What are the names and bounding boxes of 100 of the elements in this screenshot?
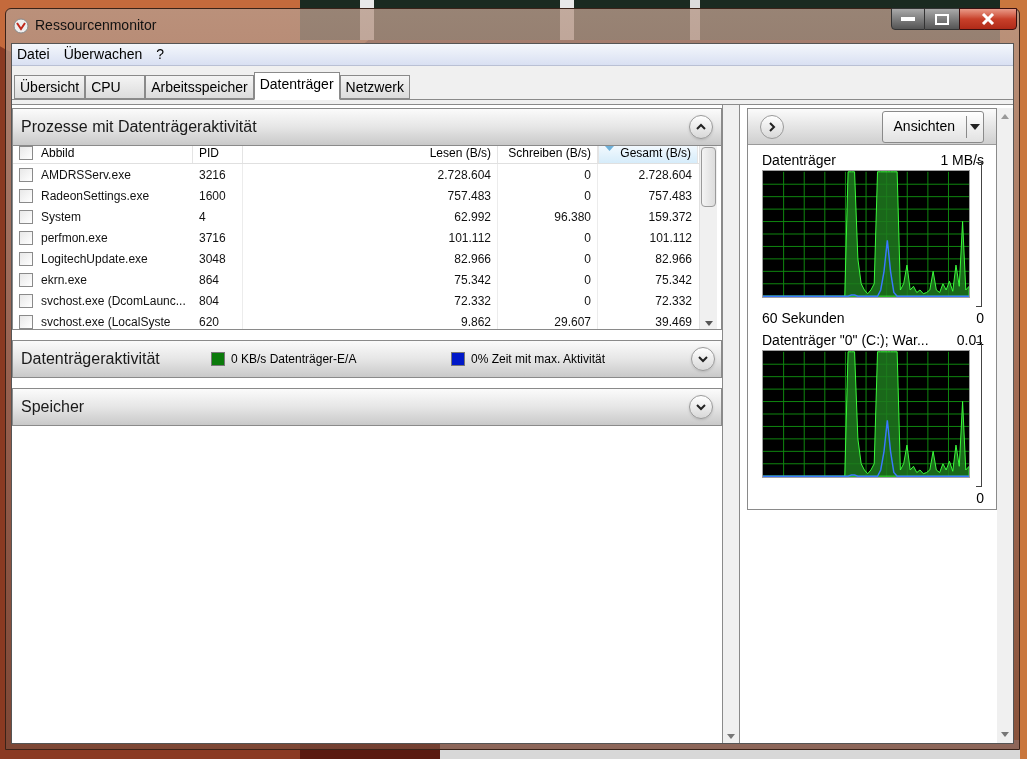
table-cell-text: 82.966 [454,250,491,268]
views-dropdown[interactable]: Ansichten [881,110,984,143]
table-cell-text: 159.372 [648,208,692,226]
checkbox[interactable] [19,314,33,329]
checkbox[interactable] [19,146,33,160]
tab[interactable]: Arbeitsspeicher [145,75,254,99]
table-cell-text: 2.728.604 [638,166,692,184]
table-cell-text: 4 [199,208,206,226]
checkbox[interactable] [19,251,33,266]
table-cell-text: 101.112 [649,229,692,247]
scrollbar[interactable] [997,108,1013,743]
expand-button[interactable] [760,114,784,139]
tab[interactable]: Netzwerk [339,75,410,99]
expand-button[interactable] [689,395,713,419]
column-label: Schreiben (B/s) [508,146,591,160]
table-cell-text: 0 [584,292,591,310]
column-label: PID [199,146,219,160]
table-cell-text: ekrn.exe [41,271,88,289]
tab[interactable]: Übersicht [14,75,86,99]
checkbox[interactable] [19,209,33,224]
menu-item[interactable]: Datei [17,44,50,65]
close-icon [981,13,995,25]
table-cell-text: 0 [584,187,591,205]
table-cell-text: perfmon.exe [41,229,108,247]
section-title: Prozesse mit Datenträgeraktivität [21,117,257,137]
collapse-button[interactable] [689,115,713,139]
caret-icon [970,123,980,130]
chevron-down-icon [695,401,707,413]
tab[interactable]: CPU [85,75,146,99]
table-cell-text: 804 [199,292,220,310]
tab[interactable]: Datenträger [253,72,340,100]
section-title: Speicher [21,397,86,417]
scroll-up-icon[interactable] [1001,114,1009,119]
window-title: Ressourcenmonitor [35,16,157,35]
section-header[interactable]: Datenträgeraktivität 0 KB/s Datenträger-E/A 0% Zeit mit max. Aktivität [12,340,722,378]
minimize-icon [901,17,915,21]
table-cell-text: 3716 [199,229,226,247]
table-cell-text: 757.483 [648,187,692,205]
graph-max-label: 0.01 [956,331,984,350]
maximize-button[interactable] [925,8,959,30]
table-cell-text: 75.342 [655,271,692,289]
graph-title: Datenträger [762,151,836,170]
table-cell-text: 96.380 [554,208,591,226]
table-cell-text: 101.112 [448,229,491,247]
table-cell-text: 0 [584,229,591,247]
checkbox[interactable] [19,167,33,182]
sort-arrow-icon [605,146,614,151]
table-cell-text: 3216 [199,166,226,184]
table-cell-text: AMDRSServ.exe [41,166,131,184]
legend-label: 0% Zeit mit max. Aktivität [471,351,606,368]
chevron-right-icon [766,120,778,133]
chevron-down-icon [697,353,709,365]
checkbox[interactable] [19,188,33,203]
column-header[interactable]: Gesamt (B/s) [598,146,698,163]
menu-item[interactable]: Überwachen [63,44,143,65]
expand-button[interactable] [691,347,715,371]
table-cell-text: 0 [584,271,591,289]
table-cell-text: 757.483 [447,187,491,205]
section-header[interactable]: Speicher [12,388,722,426]
table-cell-text: 9.862 [460,313,491,329]
menu-item[interactable]: ? [156,44,165,65]
table-cell-text: svchost.exe (DcomLaunc... [41,292,186,310]
section-title: Datenträgeraktivität [21,349,161,369]
table-cell-text: 29.607 [554,313,591,329]
table-cell-text: 82.966 [655,250,692,268]
table-cell-text: 3048 [199,250,226,268]
scroll-down-icon[interactable] [704,321,713,326]
table-cell-text: 0 [584,166,591,184]
graph-min-label: 0 [976,488,984,508]
table-cell-text: 0 [584,250,591,268]
legend-label: 0 KB/s Datenträger-E/A [231,351,357,368]
graph-title: Datenträger "0" (C:); War... [762,331,929,350]
maximize-icon [935,13,949,25]
table-cell-text: 72.332 [655,292,692,310]
graph-min-label: 0 [976,308,984,328]
table-cell-text: 39.469 [655,313,692,329]
close-button[interactable] [959,8,1017,30]
table-cell-text: 1600 [199,187,226,205]
table-cell-text: 620 [199,313,220,329]
column-label: Gesamt (B/s) [620,146,691,160]
checkbox[interactable] [19,272,33,287]
checkbox[interactable] [19,230,33,245]
table-cell-text: 72.332 [454,292,491,310]
table-cell-text: System [41,208,81,226]
table-cell-text: 864 [199,271,220,289]
checkbox[interactable] [19,293,33,308]
scroll-down-icon[interactable] [1001,732,1009,737]
table-cell-text: 62.992 [454,208,491,226]
column-label: Abbild [41,146,75,160]
column-label: Lesen (B/s) [429,146,491,160]
table-cell-text: 2.728.604 [437,166,491,184]
section-header[interactable]: Prozesse mit Datenträgeraktivität [12,108,722,146]
minimize-button[interactable] [891,8,925,30]
table-cell-text: svchost.exe (LocalSyste [41,313,171,329]
table-cell-text: RadeonSettings.exe [41,187,150,205]
app-icon [13,17,29,34]
scrollbar-thumb[interactable] [701,146,716,207]
table-cell-text: 75.342 [454,271,491,289]
table-cell-text: LogitechUpdate.exe [41,250,148,268]
graph-time-label: 60 Sekunden [762,308,845,328]
